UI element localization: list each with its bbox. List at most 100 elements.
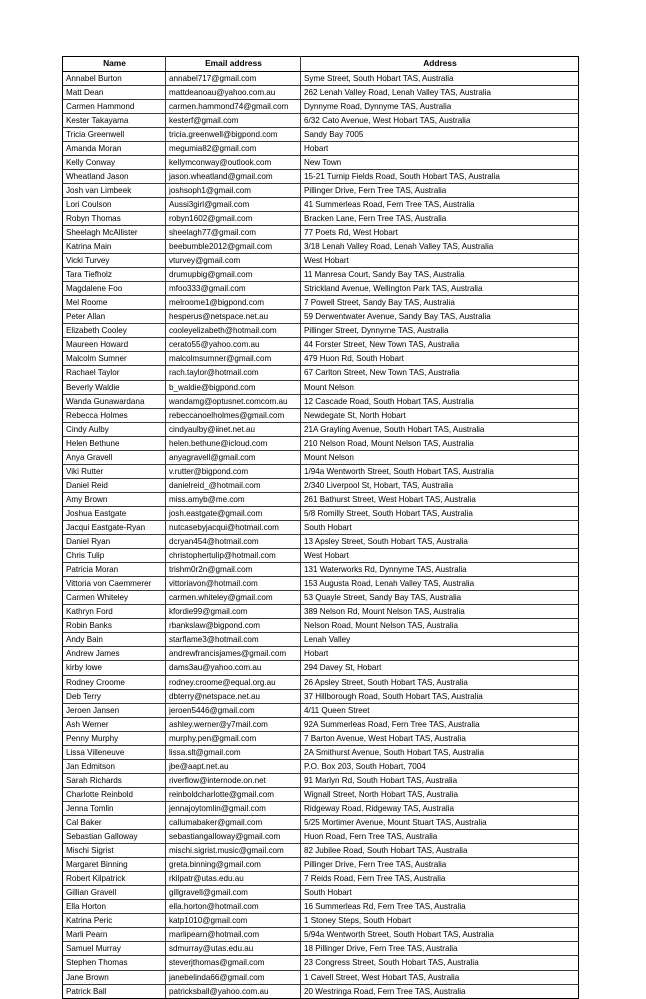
table-row: Cal Baker callumabaker@gmail.com 5/25 Mort… bbox=[62, 814, 579, 831]
table-row: Gillian Gravell gillgravell@gmail.com Sout… bbox=[62, 885, 579, 901]
cell-address: 294 Davey St, Hobart bbox=[300, 660, 579, 676]
cell-address: 2A Smithurst Avenue, South Hobart TAS, A… bbox=[300, 744, 579, 760]
cell-address: South Hobart bbox=[300, 885, 579, 901]
cell-email: kellymconway@outlook.com bbox=[165, 154, 301, 170]
cell-name: Marli Pearn bbox=[62, 927, 166, 943]
cell-name: Jeroen Jansen bbox=[62, 702, 166, 718]
cell-name: Deb Terry bbox=[62, 688, 166, 704]
table-row: Wanda Gunawardana wandamg@optusnet.comcom… bbox=[62, 393, 579, 409]
document-page: Name Email address Address Annabel Burto… bbox=[0, 0, 646, 999]
cell-name: Daniel Ryan bbox=[62, 534, 166, 550]
cell-email: annabel717@gmail.com bbox=[165, 70, 301, 86]
cell-name: Cindy Aulby bbox=[62, 421, 166, 437]
cell-name: Gillian Gravell bbox=[62, 885, 166, 901]
table-row: Sarah Richards riverflow@internode.on.net… bbox=[62, 772, 579, 788]
cell-name: Mischi Sigrist bbox=[62, 843, 166, 859]
cell-email: greta.binning@gmail.com bbox=[165, 857, 301, 873]
cell-address: South Hobart bbox=[300, 519, 579, 536]
cell-email: nutcasebyjacqui@hotmail.com bbox=[165, 519, 301, 536]
column-header-email: Email address bbox=[165, 56, 301, 72]
cell-name: Maureen Howard bbox=[62, 337, 166, 353]
cell-name: Vicki Turvey bbox=[62, 253, 166, 269]
cell-email: kesterf@gmail.com bbox=[165, 112, 301, 128]
cell-address: 20 Westringa Road, Fern Tree TAS, Austra… bbox=[300, 983, 579, 999]
table-row: Robert Kilpatrick rkilpatr@utas.edu.au 7 R… bbox=[62, 871, 579, 887]
table-row: Mischi Sigrist mischi.sigrist.music@gmail… bbox=[62, 843, 579, 859]
table-row: Vicki Turvey vturvey@gmail.com West Hobart bbox=[62, 253, 579, 269]
table-row: Matt Dean mattdeanoau@yahoo.com.au 262 Len… bbox=[62, 84, 579, 100]
cell-address: 7 Barton Avenue, West Hobart TAS, Austra… bbox=[300, 730, 579, 746]
cell-address: 1 Cavell Street, West Hobart TAS, Austra… bbox=[300, 969, 579, 985]
cell-address: 11 Manresa Court, Sandy Bay TAS, Austral… bbox=[300, 267, 579, 283]
cell-address: 389 Nelson Rd, Mount Nelson TAS, Austral… bbox=[300, 604, 579, 620]
cell-email: steverjthomas@gmail.com bbox=[165, 955, 301, 971]
cell-email: trishm0r2n@gmail.com bbox=[165, 562, 301, 578]
cell-address: New Town bbox=[300, 154, 579, 170]
cell-email: miss.amyb@me.com bbox=[165, 491, 301, 507]
cell-address: Sandy Bay 7005 bbox=[300, 126, 579, 142]
cell-name: Katrina Main bbox=[62, 239, 166, 255]
cell-email: sebastiangalloway@gmail.com bbox=[165, 829, 301, 845]
cell-address: 5/8 Romilly Street, South Hobart TAS, Au… bbox=[300, 505, 579, 522]
table-row: Jane Brown janebelinda66@gmail.com 1 Cavel… bbox=[62, 969, 579, 985]
cell-address: Ridgeway Road, Ridgeway TAS, Australia bbox=[300, 800, 579, 816]
cell-name: Peter Allan bbox=[62, 309, 166, 325]
cell-name: Wheatland Jason bbox=[62, 168, 166, 184]
cell-address: Bracken Lane, Fern Tree TAS, Australia bbox=[300, 210, 579, 227]
table-row: Robyn Thomas robyn1602@gmail.com Bracken L… bbox=[62, 210, 579, 227]
table-row: Amy Brown miss.amyb@me.com 261 Bathurst St… bbox=[62, 491, 579, 507]
cell-address: Lenah Valley bbox=[300, 632, 579, 648]
cell-address: 53 Quayle Street, Sandy Bay TAS, Austral… bbox=[300, 590, 579, 606]
cell-email: jennajoytomlin@gmail.com bbox=[165, 800, 301, 816]
cell-email: melroome1@bigpond.com bbox=[165, 295, 301, 311]
cell-name: Margaret Binning bbox=[62, 857, 166, 873]
table-row: Kathryn Ford kfordie99@gmail.com 389 Nelso… bbox=[62, 604, 579, 620]
table-row: Anya Gravell anyagravell@gmail.com Mount N… bbox=[62, 449, 579, 465]
table-row: Jeroen Jansen jeroen5446@gmail.com 4/11 Qu… bbox=[62, 702, 579, 718]
cell-name: Amanda Moran bbox=[62, 140, 166, 156]
contacts-table: Name Email address Address Annabel Burto… bbox=[62, 56, 579, 999]
cell-email: dcryan454@hotmail.com bbox=[165, 534, 301, 550]
cell-email: tricia.greenwell@bigpond.com bbox=[165, 126, 301, 142]
table-row: Lori Coulson Aussi3girl@gmail.com 41 Summe… bbox=[62, 196, 579, 212]
table-row: Mel Roome melroome1@bigpond.com 7 Powell S… bbox=[62, 295, 579, 311]
contacts-table-container: Name Email address Address Annabel Burto… bbox=[62, 56, 579, 999]
cell-email: Aussi3girl@gmail.com bbox=[165, 196, 301, 212]
cell-name: Tricia Greenwell bbox=[62, 126, 166, 142]
cell-email: joshsoph1@gmail.com bbox=[165, 182, 301, 198]
table-row: Malcolm Sumner malcolmsumner@gmail.com 479… bbox=[62, 351, 579, 367]
cell-name: Malcolm Sumner bbox=[62, 351, 166, 367]
cell-email: katp1010@gmail.com bbox=[165, 913, 301, 929]
table-row: Stephen Thomas steverjthomas@gmail.com 23 … bbox=[62, 955, 579, 971]
cell-name: Robert Kilpatrick bbox=[62, 871, 166, 887]
table-row: Charlotte Reinbold reinboldcharlotte@gmai… bbox=[62, 786, 579, 802]
cell-email: sdmurray@utas.edu.au bbox=[165, 941, 301, 957]
table-row: Beverly Waldie b_waldie@bigpond.com Mount … bbox=[62, 379, 579, 395]
cell-name: Josh van Limbeek bbox=[62, 182, 166, 198]
table-row: Carmen Hammond carmen.hammond74@gmail.com… bbox=[62, 98, 579, 114]
column-header-name: Name bbox=[62, 56, 166, 72]
table-row: kirby lowe dams3au@yahoo.com.au 294 Davey … bbox=[62, 660, 579, 676]
cell-email: v.rutter@bigpond.com bbox=[165, 463, 301, 479]
cell-name: Patrick Ball bbox=[62, 983, 166, 999]
cell-name: Katrina Peric bbox=[62, 913, 166, 929]
table-row: Daniel Reid danielreid_@hotmail.com 2/340 … bbox=[62, 477, 579, 493]
cell-address: 4/11 Queen Street bbox=[300, 702, 579, 718]
cell-name: Carmen Whiteley bbox=[62, 590, 166, 606]
cell-name: Elizabeth Cooley bbox=[62, 323, 166, 339]
table-row: Kelly Conway kellymconway@outlook.com New … bbox=[62, 154, 579, 170]
cell-address: Pillinger Street, Dynnyrne TAS, Australi… bbox=[300, 323, 579, 339]
cell-address: 16 Summerleas Rd, Fern Tree TAS, Austral… bbox=[300, 899, 579, 915]
cell-email: danielreid_@hotmail.com bbox=[165, 477, 301, 493]
cell-address: Mount Nelson bbox=[300, 379, 579, 395]
cell-address: 7 Powell Street, Sandy Bay TAS, Australi… bbox=[300, 295, 579, 311]
table-row: Jan Edmitson jbe@aapt.net.au P.O. Box 203,… bbox=[62, 758, 579, 774]
cell-address: Nelson Road, Mount Nelson TAS, Australia bbox=[300, 618, 579, 634]
cell-name: Lissa Villeneuve bbox=[62, 744, 166, 760]
table-row: Rachael Taylor rach.taylor@hotmail.com 67 … bbox=[62, 365, 579, 381]
cell-address: 67 Carlton Street, New Town TAS, Austral… bbox=[300, 365, 579, 381]
cell-email: mfoo333@gmail.com bbox=[165, 281, 301, 297]
cell-address: 2/340 Liverpool St, Hobart, TAS, Austral… bbox=[300, 477, 579, 493]
cell-name: Jacqui Eastgate-Ryan bbox=[62, 519, 166, 536]
cell-email: murphy.pen@gmail.com bbox=[165, 730, 301, 746]
